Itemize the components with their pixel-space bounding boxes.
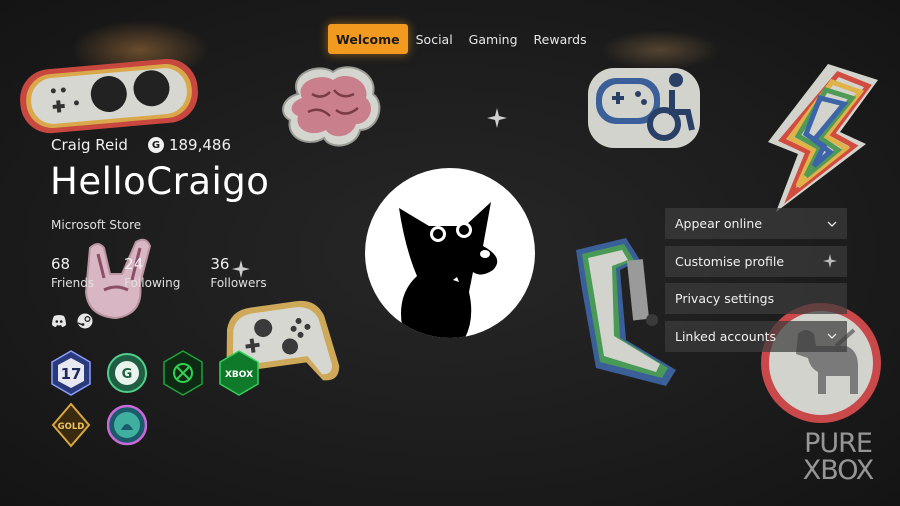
followers-stat[interactable]: 36 Followers — [210, 255, 266, 290]
appear-online-label: Appear online — [675, 216, 763, 231]
tab-welcome[interactable]: Welcome — [328, 24, 408, 54]
gamerscore-value: 189,486 — [168, 136, 231, 154]
accessibility-gaming-sticker — [588, 68, 700, 148]
chevron-down-icon — [827, 333, 837, 339]
profile-screen: Welcome Social Gaming Rewards Craig Reid… — [0, 0, 900, 506]
friends-stat[interactable]: 68 Friends — [51, 255, 94, 290]
tab-gaming[interactable]: Gaming — [461, 24, 526, 54]
profile-actions-menu: Appear online Customise profile Privacy … — [665, 208, 847, 358]
sparkle-icon — [823, 254, 837, 268]
star-sparkle — [487, 108, 507, 128]
watermark-line-2: XBOX — [802, 455, 875, 486]
badges-row: 17 G XBOX GOLD — [51, 350, 311, 448]
steam-icon — [77, 313, 93, 329]
top-navigation: Welcome Social Gaming Rewards — [328, 24, 595, 54]
dog-avatar-icon — [399, 202, 498, 338]
profile-header: Craig Reid G 189,486 — [51, 136, 231, 154]
brain-sticker — [282, 66, 381, 147]
linked-accounts-label: Linked accounts — [675, 328, 777, 344]
following-stat[interactable]: 24 Following — [124, 255, 180, 290]
badge-years-text: 17 — [61, 365, 82, 383]
discord-icon — [52, 315, 66, 327]
badge-xbox-ambassador[interactable]: XBOX — [219, 350, 259, 396]
privacy-settings-button[interactable]: Privacy settings — [665, 283, 847, 314]
badge-xbox-logo[interactable] — [163, 350, 203, 396]
customise-profile-button[interactable]: Customise profile — [665, 245, 847, 277]
lightning-rainbow-sticker — [768, 64, 878, 212]
chevron-down-icon — [827, 221, 837, 227]
badge-ambassador-text: XBOX — [225, 370, 253, 380]
gamerscore-icon: G — [147, 137, 164, 153]
gamertag: HelloCraigo — [50, 160, 270, 203]
badge-weekly-set[interactable] — [106, 402, 148, 448]
customise-profile-label: Customise profile — [675, 253, 785, 269]
linked-platforms — [51, 313, 93, 329]
followers-count: 36 — [210, 255, 230, 273]
badge-gamerscore[interactable]: G — [107, 350, 147, 396]
linked-accounts-dropdown[interactable]: Linked accounts — [665, 320, 847, 352]
social-stats: 68 Friends 24 Following 36 Followers — [51, 255, 297, 290]
profile-subtitle: Microsoft Store — [51, 218, 142, 232]
watermark-line-1: PURE — [804, 428, 873, 459]
real-name: Craig Reid — [51, 136, 128, 154]
tab-rewards[interactable]: Rewards — [526, 24, 595, 54]
friends-label: Friends — [51, 276, 95, 290]
following-label: Following — [124, 276, 181, 290]
badge-gs-text: G — [122, 367, 133, 382]
badge-gold-text: GOLD — [58, 422, 85, 432]
following-count: 24 — [124, 255, 144, 273]
followers-label: Followers — [210, 276, 267, 290]
badge-17-years[interactable]: 17 — [51, 350, 91, 396]
friends-count: 68 — [51, 255, 71, 273]
appear-online-dropdown[interactable]: Appear online — [665, 208, 847, 239]
avatar[interactable] — [365, 168, 535, 338]
privacy-settings-label: Privacy settings — [675, 291, 775, 306]
pure-xbox-watermark: PURE XBOX — [796, 430, 880, 484]
badge-gold[interactable]: GOLD — [51, 402, 91, 448]
adaptive-controller-sticker — [20, 58, 198, 134]
tab-social[interactable]: Social — [408, 24, 461, 54]
